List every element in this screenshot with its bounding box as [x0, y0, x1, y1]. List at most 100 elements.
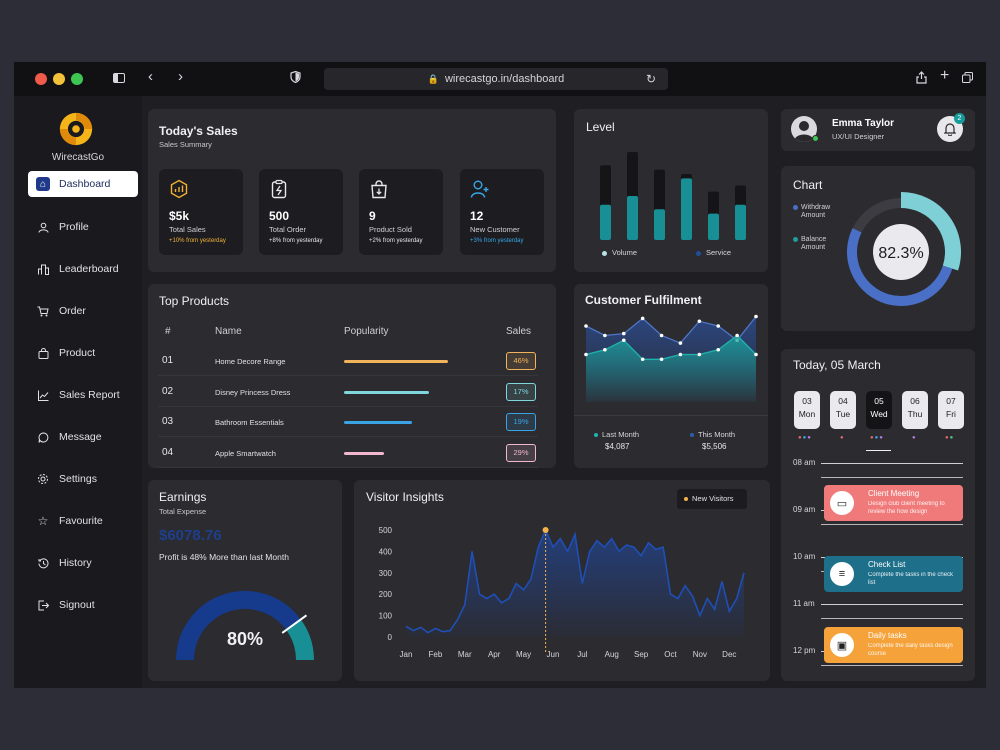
reload-icon[interactable]: ↻: [646, 68, 656, 90]
event-dot-icon: ●: [949, 435, 955, 441]
service-bar: [600, 204, 611, 240]
checklist-icon: ≡: [830, 562, 854, 586]
profile-card[interactable]: Emma Taylor UX/UI Designer 2: [781, 109, 975, 151]
user-icon: [36, 220, 50, 234]
event-client-meeting[interactable]: ▭ Client Meeting Design club client meetin…: [824, 485, 963, 521]
last-month-value: $4,087: [605, 442, 630, 451]
data-point: [678, 341, 683, 345]
sidebar-item-signout[interactable]: Signout: [28, 592, 138, 618]
sidebar-item-sales-report[interactable]: Sales Report: [28, 382, 138, 408]
volume-dot-icon: [602, 250, 607, 256]
todays-sales-card: Today's Sales Sales Summary $5k Total Sa…: [148, 109, 556, 272]
col-header-name: Name: [215, 326, 242, 337]
sidebar-item-history[interactable]: History: [28, 550, 138, 576]
data-point: [659, 333, 664, 338]
new-tab-icon[interactable]: +: [940, 68, 949, 84]
signout-icon: [36, 598, 50, 612]
data-point: [754, 314, 758, 319]
legend-label: Last Month: [602, 430, 640, 439]
address-bar[interactable]: 🔒 wirecastgo.in/dashboard ↻: [324, 68, 668, 90]
shopping-bag-icon: [371, 180, 387, 199]
col-header-popularity: Popularity: [344, 326, 389, 337]
maximize-window-button[interactable]: [71, 73, 83, 85]
data-point: [716, 324, 721, 328]
table-row[interactable]: 01 Home Decore Range 46%: [158, 346, 538, 376]
bell-icon: [944, 123, 956, 136]
service-bar: [627, 196, 638, 240]
sidebar-item-leaderboard[interactable]: Leaderboard: [28, 256, 138, 282]
close-window-button[interactable]: [35, 73, 47, 85]
earnings-subtitle: Total Expense: [159, 507, 207, 516]
y-tick-label: 400: [379, 547, 393, 556]
star-icon: ☆: [37, 514, 49, 528]
product-name: Apple Smartwatch: [215, 448, 276, 458]
data-point: [640, 316, 645, 321]
time-label: 09 am: [793, 505, 816, 514]
popularity-bar: [344, 451, 385, 455]
event-dot-icon: ●: [807, 435, 812, 441]
x-tick-label: Sep: [634, 650, 649, 659]
day-fri[interactable]: 07 Fri: [938, 391, 964, 429]
brand-name: WirecastGo: [51, 152, 105, 163]
back-icon[interactable]: ‹: [148, 69, 153, 85]
table-row[interactable]: 03 Bathroom Essentials 19%: [158, 407, 538, 437]
level-card: Level Volume Service: [574, 109, 768, 272]
day-thu[interactable]: 06 Thu: [902, 391, 928, 429]
day-event-dots: ●●: [945, 435, 954, 441]
tabs-overview-icon[interactable]: [962, 71, 973, 87]
event-check-list[interactable]: ≡ Check List Complete the tasks in the che…: [824, 556, 963, 592]
sales-badge: 46%: [506, 352, 536, 370]
minimize-window-button[interactable]: [53, 73, 65, 85]
calendar-title: Today, 05 March: [793, 358, 881, 372]
day-number: 04: [838, 396, 848, 406]
gauge-remaining: [286, 619, 314, 661]
leaderboard-icon: [36, 262, 50, 276]
sidebar-item-label: Favourite: [59, 515, 103, 527]
sales-badge: 17%: [506, 382, 536, 401]
sidebar-item-label: History: [59, 557, 92, 569]
event-title: Client Meeting: [868, 489, 920, 498]
sidebar-item-message[interactable]: Message: [28, 424, 138, 450]
sidebar-toggle-icon[interactable]: [113, 71, 125, 87]
sidebar-item-label: Signout: [59, 599, 95, 611]
popularity-bar: [344, 421, 412, 424]
product-name: Home Decore Range: [215, 357, 286, 366]
sales-badge: 19%: [506, 413, 536, 431]
sidebar-item-order[interactable]: Order: [28, 298, 138, 324]
table-row[interactable]: 02 Disney Princess Dress 17%: [158, 377, 538, 407]
chart-title: Chart: [793, 178, 823, 192]
gear-icon: [36, 472, 50, 486]
share-icon[interactable]: [916, 71, 927, 88]
withdraw-dot-icon: [793, 204, 798, 210]
stat-label: Total Order: [269, 225, 307, 234]
notification-button[interactable]: 2: [937, 113, 965, 142]
day-wed[interactable]: 05 Wed: [866, 391, 892, 429]
table-row[interactable]: 04 Apple Smartwatch 29%: [158, 438, 538, 468]
sidebar-item-settings[interactable]: Settings: [28, 466, 138, 492]
shield-icon[interactable]: [290, 70, 301, 87]
service-dot-icon: [696, 250, 701, 256]
fulfilment-legend-this-month: This Month: [690, 430, 735, 439]
data-point: [584, 352, 588, 357]
day-mon[interactable]: 03 Mon: [794, 391, 820, 429]
day-tue[interactable]: 04 Tue: [830, 391, 856, 429]
day-name: Mon: [798, 409, 816, 419]
x-tick-label: Aug: [605, 650, 619, 659]
y-tick-label: 500: [379, 526, 393, 535]
fulfilment-area-chart: [584, 314, 758, 402]
gauge-value: 80%: [226, 629, 264, 649]
event-daily-tasks[interactable]: ▣ Daily tasks Complete the daily tasks des…: [824, 627, 963, 663]
forward-icon[interactable]: ›: [178, 69, 183, 85]
sidebar-item-label: Message: [59, 431, 102, 443]
data-point: [621, 331, 626, 336]
sidebar-item-dashboard[interactable]: ⌂ Dashboard: [28, 171, 138, 197]
popularity-bar: [344, 390, 429, 394]
sidebar-item-product[interactable]: Product: [28, 340, 138, 366]
day-event-dots: ●●●: [798, 435, 812, 441]
sidebar-item-label: Leaderboard: [59, 263, 119, 275]
stat-value: 500: [269, 209, 290, 223]
sidebar-item-favourite[interactable]: ☆ Favourite: [28, 508, 138, 534]
user-role: UX/UI Designer: [832, 132, 885, 141]
peak-marker-point: [542, 527, 549, 533]
sidebar-item-profile[interactable]: Profile: [28, 214, 138, 240]
